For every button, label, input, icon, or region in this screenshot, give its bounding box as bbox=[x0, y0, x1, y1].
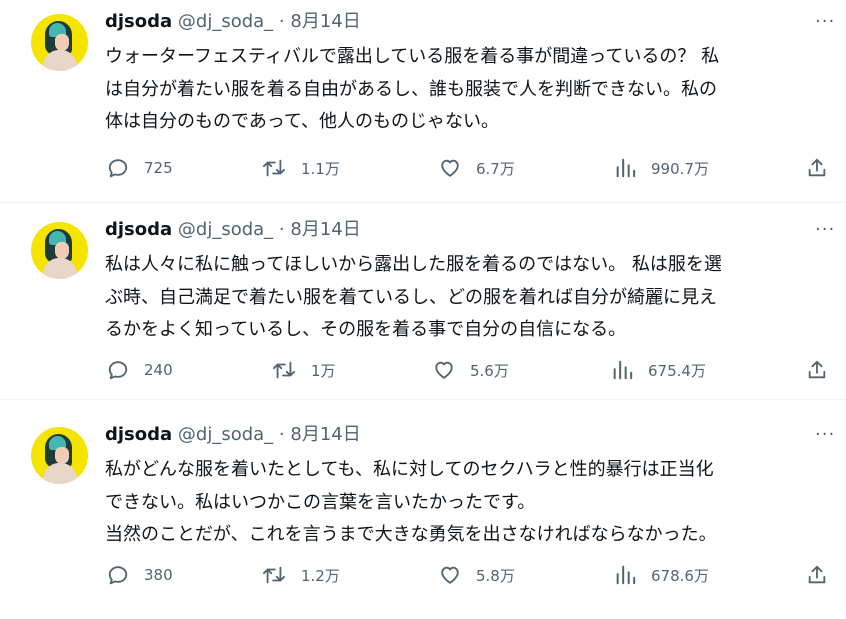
retweet-icon bbox=[262, 157, 286, 179]
like-count: 5.6万 bbox=[470, 361, 509, 380]
retweet-count: 1万 bbox=[311, 361, 336, 380]
share-icon bbox=[806, 157, 828, 179]
reply-icon bbox=[107, 359, 129, 381]
reply-count: 240 bbox=[144, 361, 173, 379]
tweet-header: djsoda @dj_soda_ · 8月14日 bbox=[105, 423, 361, 447]
reply-count: 725 bbox=[144, 159, 173, 177]
tweet-text-line: できない。私はいつかこの言葉を言いたかったです。 bbox=[105, 491, 536, 513]
avatar[interactable] bbox=[31, 222, 88, 279]
more-options-icon[interactable]: ··· bbox=[815, 10, 835, 34]
like-button[interactable]: 6.7万 bbox=[439, 156, 515, 180]
tweet-text-line: ウォーターフェスティバルで露出している服を着る事が間違っているの？ 私 bbox=[105, 46, 720, 67]
retweet-icon bbox=[262, 564, 286, 586]
like-count: 5.8万 bbox=[476, 566, 515, 585]
views-button[interactable]: 675.4万 bbox=[611, 358, 706, 382]
separator: · bbox=[278, 219, 285, 240]
retweet-button[interactable]: 1万 bbox=[272, 358, 336, 382]
display-name[interactable]: djsoda bbox=[105, 219, 172, 240]
share-button[interactable] bbox=[806, 156, 828, 180]
views-icon bbox=[611, 359, 633, 381]
avatar[interactable] bbox=[31, 14, 88, 71]
tweet[interactable]: djsoda @dj_soda_ · 8月14日 ··· ウォーターフェスティバ… bbox=[0, 0, 846, 200]
tweet-text-line: 私がどんな服を着いたとしても、私に対してのセクハラと性的暴行は正当化 bbox=[105, 459, 714, 480]
user-handle[interactable]: @dj_soda_ bbox=[178, 219, 273, 240]
timestamp[interactable]: 8月14日 bbox=[290, 219, 360, 240]
tweet-text-line: るかをよく知っているし、その服を着る事で自分の自信になる。 bbox=[105, 319, 627, 340]
tweet[interactable]: djsoda @dj_soda_ · 8月14日 ··· 私がどんな服を着いたと… bbox=[0, 413, 846, 619]
user-handle[interactable]: @dj_soda_ bbox=[178, 11, 273, 32]
like-button[interactable]: 5.6万 bbox=[433, 358, 509, 382]
retweet-count: 1.1万 bbox=[301, 159, 340, 178]
reply-button[interactable]: 240 bbox=[107, 358, 173, 382]
views-icon bbox=[614, 564, 636, 586]
views-button[interactable]: 990.7万 bbox=[614, 156, 709, 180]
views-count: 990.7万 bbox=[651, 159, 709, 178]
retweet-icon bbox=[272, 359, 296, 381]
like-count: 6.7万 bbox=[476, 159, 515, 178]
heart-icon bbox=[433, 359, 455, 381]
display-name[interactable]: djsoda bbox=[105, 424, 172, 445]
tweet-divider bbox=[0, 202, 846, 203]
more-options-icon[interactable]: ··· bbox=[815, 218, 835, 242]
share-icon bbox=[806, 359, 828, 381]
reply-icon bbox=[107, 564, 129, 586]
views-count: 675.4万 bbox=[648, 361, 706, 380]
tweet-header: djsoda @dj_soda_ · 8月14日 bbox=[105, 10, 361, 34]
tweet-text-line: ぶ時、自己満足で着たい服を着ているし、どの服を着れば自分が綺麗に見え bbox=[105, 286, 717, 308]
tweet[interactable]: djsoda @dj_soda_ · 8月14日 ··· 私は人々に私に触ってほ… bbox=[0, 208, 846, 398]
tweet-text: ウォーターフェスティバルで露出している服を着る事が間違っているの？ 私 は自分が… bbox=[105, 41, 827, 139]
views-button[interactable]: 678.6万 bbox=[614, 563, 709, 587]
heart-icon bbox=[439, 157, 461, 179]
tweet-text: 私は人々に私に触ってほしいから露出した服を着るのではない。 私は服を選 ぶ時、自… bbox=[105, 249, 827, 347]
views-icon bbox=[614, 157, 636, 179]
reply-button[interactable]: 725 bbox=[107, 156, 173, 180]
reply-count: 380 bbox=[144, 566, 173, 584]
reply-icon bbox=[107, 157, 129, 179]
retweet-count: 1.2万 bbox=[301, 566, 340, 585]
tweet-text: 私がどんな服を着いたとしても、私に対してのセクハラと性的暴行は正当化 できない。… bbox=[105, 454, 827, 552]
tweet-text-line: 私は人々に私に触ってほしいから露出した服を着るのではない。 私は服を選 bbox=[105, 254, 722, 275]
share-button[interactable] bbox=[806, 358, 828, 382]
like-button[interactable]: 5.8万 bbox=[439, 563, 515, 587]
separator: · bbox=[278, 11, 285, 32]
retweet-button[interactable]: 1.2万 bbox=[262, 563, 340, 587]
separator: · bbox=[278, 424, 285, 445]
timestamp[interactable]: 8月14日 bbox=[290, 424, 360, 445]
tweet-text-line: は自分が着たい服を着る自由があるし、誰も服装で人を判断できない。私の bbox=[105, 78, 717, 100]
retweet-button[interactable]: 1.1万 bbox=[262, 156, 340, 180]
more-options-icon[interactable]: ··· bbox=[815, 423, 835, 447]
heart-icon bbox=[439, 564, 461, 586]
tweet-header: djsoda @dj_soda_ · 8月14日 bbox=[105, 218, 361, 242]
share-button[interactable] bbox=[806, 563, 828, 587]
user-handle[interactable]: @dj_soda_ bbox=[178, 424, 273, 445]
share-icon bbox=[806, 564, 828, 586]
reply-button[interactable]: 380 bbox=[107, 563, 173, 587]
avatar[interactable] bbox=[31, 427, 88, 484]
views-count: 678.6万 bbox=[651, 566, 709, 585]
tweet-text-line: 体は自分のものであって、他人のものじゃない。 bbox=[105, 111, 500, 132]
display-name[interactable]: djsoda bbox=[105, 11, 172, 32]
timestamp[interactable]: 8月14日 bbox=[290, 11, 360, 32]
tweet-text-line: 当然のことだが、これを言うまで大きな勇気を出さなければならなかった。 bbox=[105, 524, 717, 545]
tweet-divider bbox=[0, 399, 846, 400]
